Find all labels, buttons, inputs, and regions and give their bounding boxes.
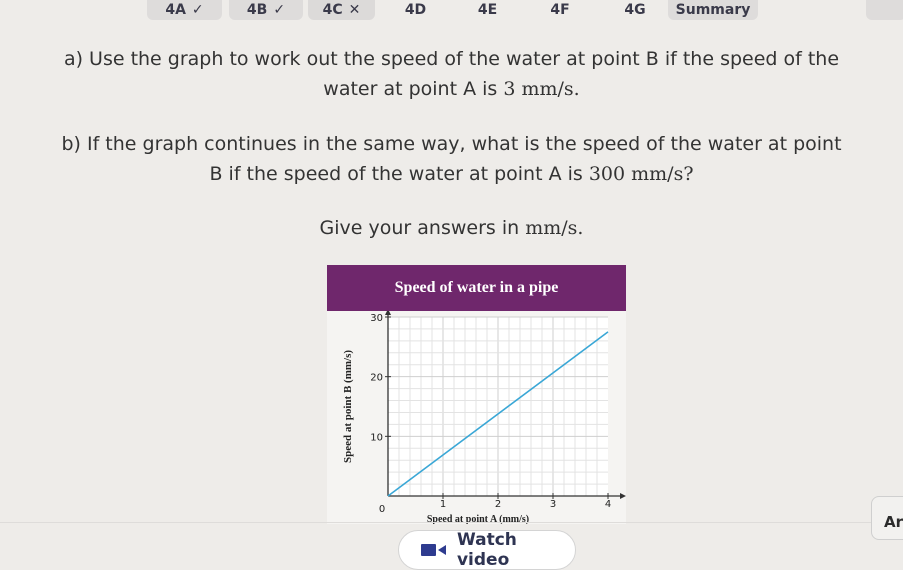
question-a-line1: a) Use the graph to work out the speed o… <box>63 48 840 70</box>
x-tick-label: 1 <box>440 499 446 510</box>
tab-label: 4F <box>550 2 570 18</box>
math-value: mm/s. <box>525 217 584 239</box>
tab-4f[interactable]: 4F <box>530 0 590 20</box>
tab-label: 4C <box>322 2 343 18</box>
tab-label: Summary <box>675 2 751 18</box>
units-instruction: Give your answers in mm/s. <box>319 217 584 239</box>
origin-label: 0 <box>379 504 385 515</box>
answer-tab[interactable]: Ar <box>871 496 903 540</box>
question-b-line2: B if the speed of the water at point A i… <box>209 163 694 185</box>
line-chart: 1 2 3 40102030Speed at point B (mm/s)Speed … <box>342 311 626 524</box>
tab-4e[interactable]: 4E <box>460 0 515 20</box>
y-tick-label: 10 <box>370 432 383 443</box>
x-axis-arrow <box>620 493 626 499</box>
tab-label: 4A <box>165 2 186 18</box>
tab-label: 4D <box>404 2 427 18</box>
y-axis-label: Speed at point B (mm/s) <box>342 350 354 463</box>
tab-4c[interactable]: 4C ✕ <box>308 0 375 20</box>
tab-label: 4B <box>246 2 268 18</box>
math-value: 300 mm/s? <box>588 163 694 185</box>
tab-overflow[interactable] <box>866 0 903 20</box>
x-tick-label: 3 <box>550 499 556 510</box>
check-icon: ✓ <box>273 2 286 18</box>
y-tick-label: 30 <box>370 313 383 324</box>
tab-4a[interactable]: 4A ✓ <box>147 0 222 20</box>
divider <box>0 522 903 523</box>
check-icon: ✓ <box>191 2 204 18</box>
chart-title: Speed of water in a pipe <box>327 265 626 311</box>
y-tick-label: 20 <box>370 373 383 384</box>
watch-video-label: Watch video <box>456 530 517 570</box>
x-tick-label: 2 <box>495 499 501 510</box>
tab-4b[interactable]: 4B ✓ <box>229 0 303 20</box>
question-b-line1: b) If the graph continues in the same wa… <box>61 133 842 155</box>
math-value: 3 mm/s. <box>503 78 580 100</box>
tab-4d[interactable]: 4D <box>388 0 443 20</box>
tab-label: 4G <box>624 2 646 18</box>
cross-icon: ✕ <box>348 2 361 18</box>
y-axis-arrow <box>385 311 391 315</box>
answer-tab-label: Ar <box>884 513 903 531</box>
x-tick-label: 4 <box>605 499 611 510</box>
question-a-line2: water at point A is 3 mm/s. <box>323 78 580 100</box>
tab-bar: 4A ✓ 4B ✓ 4C ✕ 4D 4E 4F 4G Summary <box>0 0 903 22</box>
video-icon <box>421 544 446 556</box>
chart-card: Speed of water in a pipe 1 2 3 4 0 10 20 30 Spee… <box>327 265 626 524</box>
watch-video-button[interactable]: Watch video <box>398 530 576 570</box>
tab-4g[interactable]: 4G <box>605 0 665 20</box>
tab-summary[interactable]: Summary <box>668 0 758 20</box>
tab-label: 4E <box>477 2 498 18</box>
